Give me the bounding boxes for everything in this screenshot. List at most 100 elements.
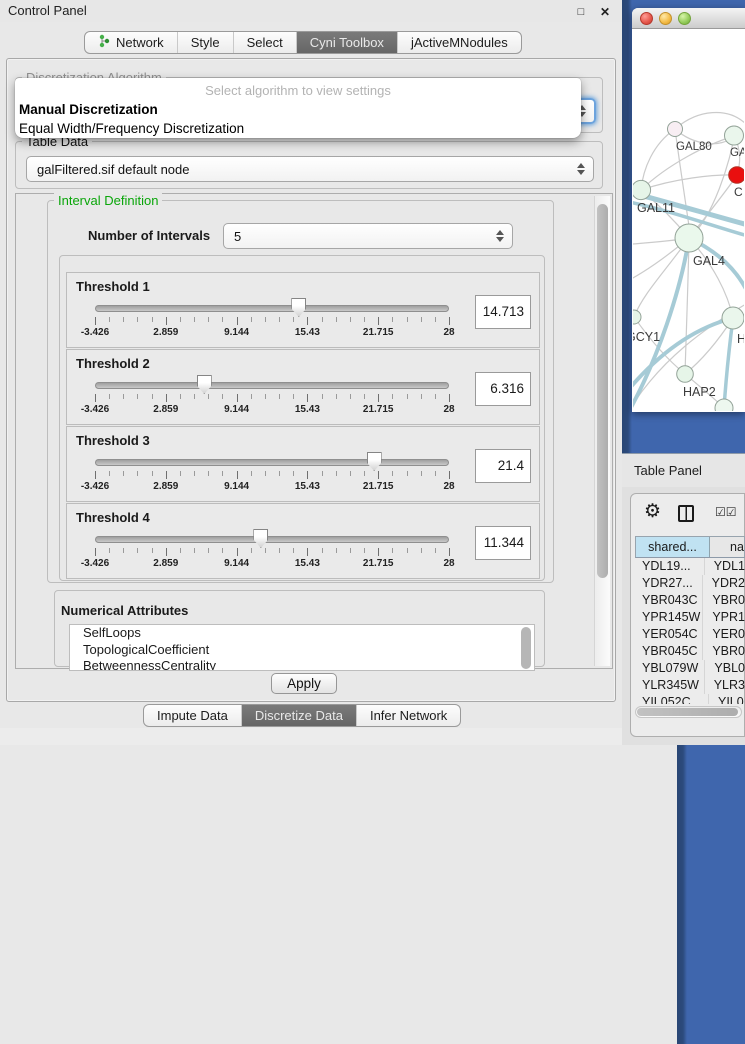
slider-track[interactable]: [95, 536, 449, 543]
network-window-titlebar[interactable]: [632, 8, 745, 29]
minimize-traffic-light[interactable]: [659, 12, 672, 25]
threshold-value-field[interactable]: 14.713: [475, 295, 531, 329]
cell-shared-name[interactable]: YDR27...: [635, 575, 703, 592]
tab-style[interactable]: Style: [178, 32, 234, 53]
settings-gear-icon[interactable]: ⚙: [644, 500, 661, 523]
tick-mark: [180, 317, 181, 322]
tab-select[interactable]: Select: [234, 32, 297, 53]
slider-thumb[interactable]: [253, 529, 268, 548]
tab-jactivemnodules[interactable]: jActiveMNodules: [398, 32, 521, 53]
cell-name[interactable]: YDL1: [705, 558, 745, 575]
threshold-slider[interactable]: -3.4262.8599.14415.4321.71528: [95, 380, 449, 420]
bottom-tab-infer-network[interactable]: Infer Network: [357, 705, 460, 726]
attribute-list-item[interactable]: TopologicalCoefficient: [70, 642, 534, 659]
number-of-intervals-combobox[interactable]: 5: [223, 223, 513, 249]
column-header-name[interactable]: na: [710, 537, 744, 557]
table-row[interactable]: YDL19...YDL1: [635, 558, 745, 575]
float-window-icon[interactable]: □: [573, 4, 589, 20]
network-node-hap2[interactable]: [677, 366, 694, 383]
list-scrollbar-thumb[interactable]: [521, 627, 531, 669]
apply-button[interactable]: Apply: [271, 673, 337, 694]
cell-shared-name[interactable]: YIL052C: [635, 694, 709, 704]
table-data-combobox[interactable]: galFiltered.sif default node: [26, 156, 594, 182]
vertical-scrollbar[interactable]: [594, 196, 610, 666]
tick-label: -3.426: [81, 481, 109, 492]
cell-name[interactable]: YBR0: [703, 643, 745, 660]
numerical-attributes-list[interactable]: SelfLoopsTopologicalCoefficientBetweenne…: [69, 624, 535, 671]
table-panel-title: Table Panel: [634, 463, 702, 478]
table-row[interactable]: YLR345WYLR3: [635, 677, 745, 694]
slider-track[interactable]: [95, 305, 449, 312]
threshold-slider[interactable]: -3.4262.8599.14415.4321.71528: [95, 457, 449, 497]
threshold-value-field[interactable]: 11.344: [475, 526, 531, 560]
network-node-gal4[interactable]: [675, 224, 703, 252]
vertical-scrollbar-thumb[interactable]: [597, 204, 608, 578]
select-columns-icon[interactable]: ☑☑: [715, 505, 737, 519]
network-node-gal11[interactable]: [633, 180, 651, 199]
horizontal-scrollbar-thumb[interactable]: [637, 708, 738, 716]
threshold-value-field[interactable]: 6.316: [475, 372, 531, 406]
threshold-slider[interactable]: -3.4262.8599.14415.4321.71528: [95, 534, 449, 574]
table-row[interactable]: YER054CYER0: [635, 626, 745, 643]
column-header-shared-name[interactable]: shared...: [636, 537, 710, 557]
tick-mark: [208, 317, 209, 322]
cell-shared-name[interactable]: YBL079W: [635, 660, 705, 677]
table-row[interactable]: YBR043CYBR0: [635, 592, 745, 609]
tab-network[interactable]: Network: [85, 32, 178, 53]
network-edge-highlighted[interactable]: [633, 238, 689, 411]
slider-thumb[interactable]: [291, 298, 306, 317]
table-row[interactable]: YPR145WYPR1: [635, 609, 745, 626]
network-node-c[interactable]: [729, 167, 744, 184]
threshold-value-field[interactable]: 21.4: [475, 449, 531, 483]
network-canvas[interactable]: GAL80GACGAL11GAL4GCY1HHAP2: [633, 29, 744, 411]
attribute-list-item[interactable]: SelfLoops: [70, 625, 534, 642]
table-row[interactable]: YBL079WYBL0: [635, 660, 745, 677]
cell-shared-name[interactable]: YBR043C: [635, 592, 703, 609]
network-edge-highlighted[interactable]: [724, 318, 733, 408]
threshold-slider[interactable]: -3.4262.8599.14415.4321.71528: [95, 303, 449, 343]
algorithm-option[interactable]: Manual Discretization: [15, 100, 581, 119]
cell-name[interactable]: YIL0: [709, 694, 745, 704]
cell-name[interactable]: YDR2: [703, 575, 745, 592]
slider-thumb[interactable]: [367, 452, 382, 471]
table-row[interactable]: YDR27...YDR2: [635, 575, 745, 592]
cell-shared-name[interactable]: YLR345W: [635, 677, 705, 694]
network-node-h[interactable]: [722, 307, 744, 329]
algorithm-option[interactable]: Equal Width/Frequency Discretization: [15, 119, 581, 138]
cell-name[interactable]: YPR1: [703, 609, 745, 626]
threshold-title: Threshold 4: [76, 510, 150, 525]
cell-name[interactable]: YBR0: [703, 592, 745, 609]
tick-mark: [336, 471, 337, 476]
slider-thumb[interactable]: [197, 375, 212, 394]
slider-track[interactable]: [95, 459, 449, 466]
zoom-traffic-light[interactable]: [678, 12, 691, 25]
cell-name[interactable]: YER0: [703, 626, 745, 643]
cell-name[interactable]: YBL0: [705, 660, 745, 677]
network-view-window[interactable]: GAL80GACGAL11GAL4GCY1HHAP2: [632, 8, 745, 412]
cell-name[interactable]: YLR3: [705, 677, 745, 694]
network-node-gal80[interactable]: [668, 122, 683, 137]
tab-cyni-toolbox[interactable]: Cyni Toolbox: [297, 32, 398, 53]
cell-shared-name[interactable]: YPR145W: [635, 609, 703, 626]
table-row[interactable]: YBR045CYBR0: [635, 643, 745, 660]
tick-mark: [180, 548, 181, 553]
bottom-tab-discretize-data[interactable]: Discretize Data: [242, 705, 357, 726]
network-edge[interactable]: [641, 129, 675, 190]
table-row[interactable]: YIL052CYIL0: [635, 694, 745, 704]
tick-mark: [265, 394, 266, 399]
split-columns-icon[interactable]: [678, 505, 694, 522]
horizontal-scrollbar[interactable]: [635, 706, 742, 718]
cell-shared-name[interactable]: YDL19...: [635, 558, 705, 575]
cell-shared-name[interactable]: YER054C: [635, 626, 703, 643]
bottom-tab-impute-data[interactable]: Impute Data: [144, 705, 242, 726]
network-node-unlabeled[interactable]: [715, 399, 733, 411]
network-node-gcy1[interactable]: [633, 310, 641, 324]
close-traffic-light[interactable]: [640, 12, 653, 25]
slider-track[interactable]: [95, 382, 449, 389]
network-node-ga[interactable]: [725, 126, 744, 145]
attribute-list-item[interactable]: BetweennessCentrality: [70, 658, 534, 671]
tick-mark: [137, 394, 138, 399]
close-icon[interactable]: ✕: [597, 4, 613, 20]
tick-mark: [336, 317, 337, 322]
cell-shared-name[interactable]: YBR045C: [635, 643, 703, 660]
